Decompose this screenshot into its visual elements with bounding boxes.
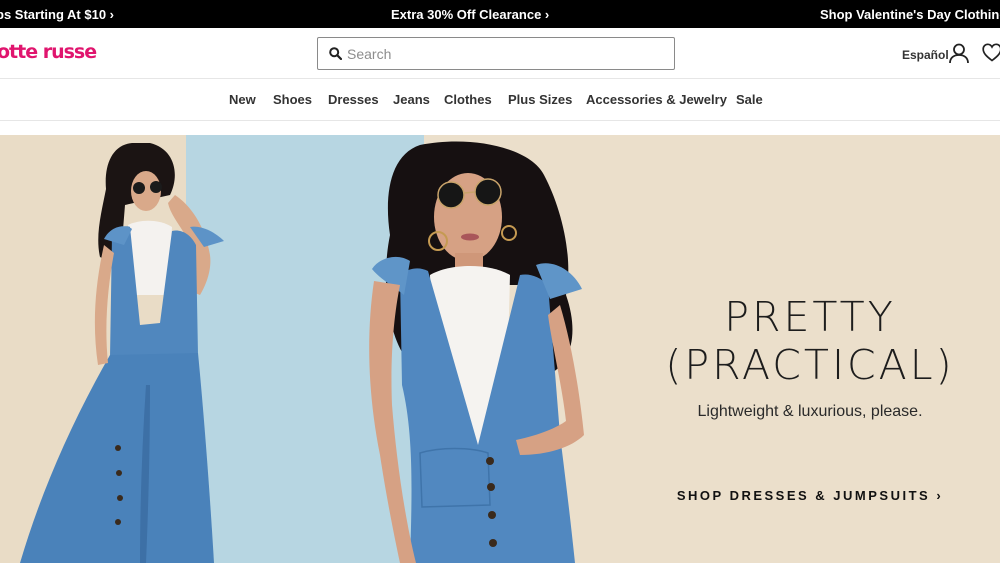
brand-logo[interactable]: otte russe xyxy=(0,41,97,63)
promo-link-shoes[interactable]: ps Starting At $10 › xyxy=(0,0,114,28)
promo-link-clearance[interactable]: Extra 30% Off Clearance › xyxy=(391,0,549,28)
hero-title-line-1: PRETTY xyxy=(724,293,896,341)
shop-dresses-jumpsuits-link[interactable]: SHOP DRESSES & JUMPSUITS › xyxy=(600,488,1000,503)
search-box[interactable] xyxy=(317,37,675,70)
hero-banner[interactable]: PRETTY (PRACTICAL) Lightweight & luxurio… xyxy=(0,135,1000,563)
main-nav: New Shoes Dresses Jeans Clothes Plus Siz… xyxy=(0,80,1000,121)
nav-item-plus-sizes[interactable]: Plus Sizes xyxy=(508,92,572,107)
user-icon[interactable] xyxy=(948,42,970,64)
search-input[interactable] xyxy=(347,39,667,68)
promo-link-valentines[interactable]: Shop Valentine's Day Clothing & xyxy=(820,0,1000,28)
language-link[interactable]: Español xyxy=(902,48,949,62)
nav-item-sale[interactable]: Sale xyxy=(736,92,763,107)
nav-item-shoes[interactable]: Shoes xyxy=(273,92,312,107)
hero-subtitle: Lightweight & luxurious, please. xyxy=(697,403,923,420)
promo-bar: ps Starting At $10 › Extra 30% Off Clear… xyxy=(0,0,1000,28)
nav-item-clothes[interactable]: Clothes xyxy=(444,92,492,107)
hero-title-line-2: (PRACTICAL) xyxy=(665,341,955,389)
heart-icon[interactable] xyxy=(982,43,1000,62)
hero-model-photo xyxy=(20,141,584,563)
nav-item-new[interactable]: New xyxy=(229,92,256,107)
model-center xyxy=(369,141,584,563)
model-left xyxy=(20,143,224,563)
nav-item-dresses[interactable]: Dresses xyxy=(328,92,379,107)
nav-item-accessories-jewelry[interactable]: Accessories & Jewelry xyxy=(586,92,727,107)
search-icon xyxy=(329,47,342,60)
nav-item-jeans[interactable]: Jeans xyxy=(393,92,430,107)
site-header: otte russe Español xyxy=(0,28,1000,79)
